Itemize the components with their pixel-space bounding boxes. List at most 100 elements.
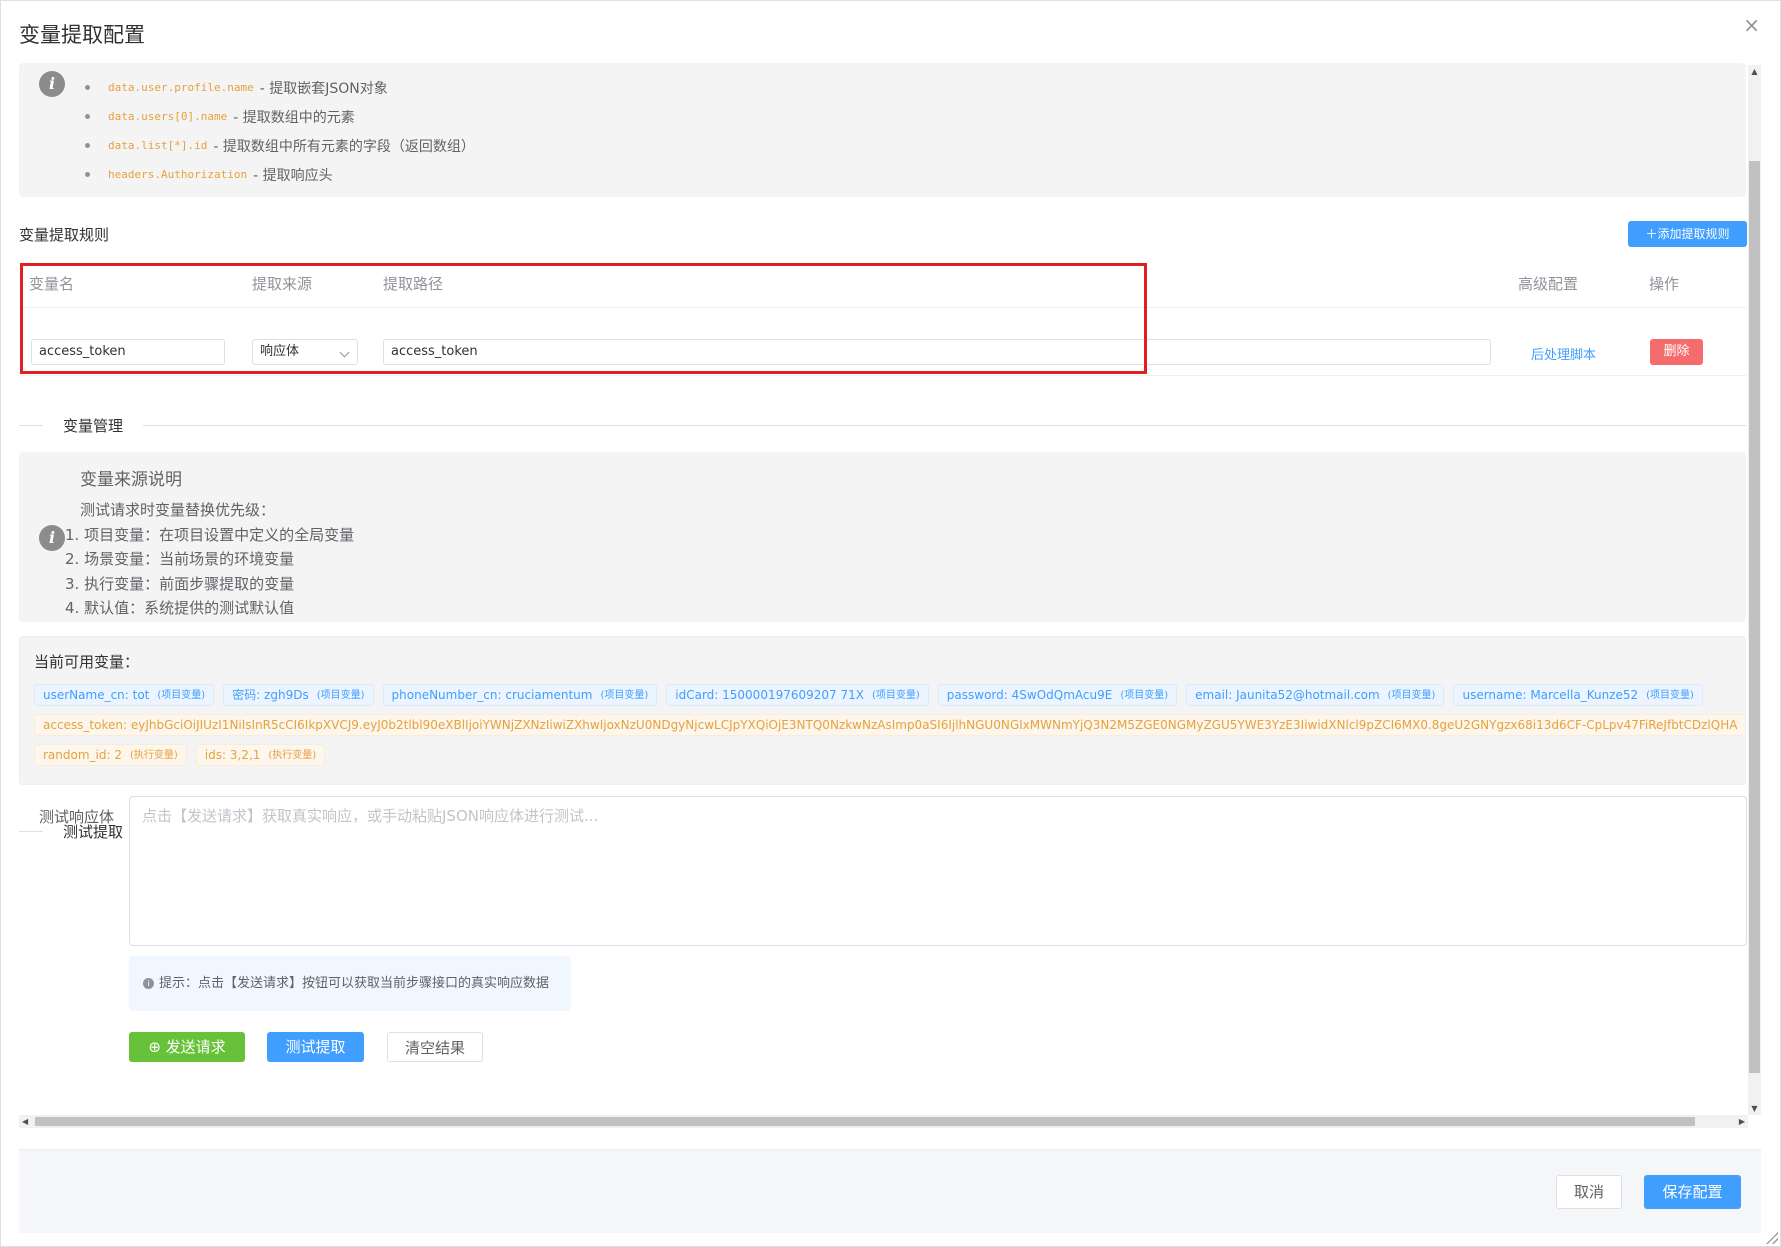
tag-row-project: userName_cn: tot (项目变量) 密码: zgh9Ds (项目变量) …	[34, 684, 1712, 706]
section-divider	[19, 425, 1746, 426]
path-example-item: headers.Authorization - 提取响应头	[85, 160, 475, 189]
close-icon[interactable]: ×	[1743, 15, 1760, 35]
path-examples-info: i data.user.profile.name - 提取嵌套JSON对象 dat…	[19, 63, 1746, 197]
tag-text: ids: 3,2,1	[204, 747, 261, 762]
clear-result-button[interactable]: 清空结果	[387, 1032, 483, 1062]
path-example-desc: - 提取数组中的元素	[233, 109, 355, 126]
path-example-item: data.users[0].name - 提取数组中的元素	[85, 102, 475, 131]
variable-tag[interactable]: userName_cn: tot (项目变量)	[34, 684, 215, 706]
bullet-icon	[85, 143, 90, 148]
tip-text: 提示：点击【发送请求】按钮可以获取当前步骤接口的真实响应数据	[159, 976, 550, 991]
source-info-line: 测试请求时变量替换优先级：	[80, 501, 276, 519]
path-example-code: data.list[*].id	[108, 139, 208, 152]
source-info-title: 变量来源说明	[80, 470, 182, 490]
tag-row-execution: access_token: eyJhbGciOiJIUzI1NiIsInR5cC…	[34, 714, 1746, 736]
vertical-scrollbar[interactable]: ▲ ▼	[1748, 65, 1761, 1115]
info-icon: i	[39, 71, 65, 97]
tag-text: phoneNumber_cn: cruciamentum	[391, 687, 593, 702]
resize-grip-icon[interactable]	[1766, 1232, 1778, 1244]
source-info-line: 2. 场景变量：当前场景的环境变量	[65, 550, 295, 568]
column-header-advanced: 高级配置	[1518, 275, 1579, 293]
var-management-title: 变量管理	[43, 415, 144, 436]
variable-source-info: i 变量来源说明 测试请求时变量替换优先级： 1. 项目变量：在项目设置中定义的…	[19, 452, 1746, 622]
scrollbar-thumb[interactable]	[1749, 161, 1760, 1073]
send-request-label: 发送请求	[165, 1038, 226, 1056]
tag-source: (项目变量)	[600, 689, 649, 701]
test-response-textarea[interactable]: 点击【发送请求】获取真实响应，或手动粘贴JSON响应体进行测试...	[129, 796, 1747, 946]
add-rule-button[interactable]: ＋添加提取规则	[1628, 221, 1747, 247]
tag-source: (执行变量)	[129, 749, 178, 761]
send-request-button[interactable]: ⊕ 发送请求	[129, 1032, 245, 1062]
info-icon: i	[143, 978, 154, 989]
plus-icon: ＋	[1645, 227, 1658, 241]
scroll-right-icon[interactable]: ▶	[1739, 1115, 1745, 1128]
tag-source: (项目变量)	[1646, 689, 1694, 701]
tag-source: (项目变量)	[871, 689, 920, 701]
tag-text: idCard: 150000197609207 71X	[675, 687, 864, 702]
dialog-footer	[19, 1149, 1761, 1233]
scroll-left-icon[interactable]: ◀	[22, 1115, 28, 1128]
tag-source: (项目变量)	[1387, 689, 1436, 701]
path-example-desc: - 提取数组中所有元素的字段（返回数组）	[213, 138, 475, 155]
path-example-code: data.users[0].name	[108, 110, 228, 123]
tag-source: (执行变量)	[1745, 715, 1746, 736]
dialog-body: i data.user.profile.name - 提取嵌套JSON对象 dat…	[1, 63, 1761, 1115]
path-example-item: data.user.profile.name - 提取嵌套JSON对象	[85, 73, 475, 102]
path-example-list: data.user.profile.name - 提取嵌套JSON对象 data.…	[85, 73, 475, 189]
available-variables: 当前可用变量： userName_cn: tot (项目变量) 密码: zgh9D…	[19, 636, 1746, 785]
variable-extract-dialog: 变量提取配置 × i data.user.profile.name - 提取嵌套J…	[0, 0, 1781, 1247]
dialog-title: 变量提取配置	[19, 23, 145, 47]
tag-source: (项目变量)	[1120, 689, 1169, 701]
highlight-box	[20, 263, 1147, 374]
tag-text: email: Jaunita52@hotmail.com	[1195, 687, 1380, 702]
test-response-label: 测试响应体	[39, 808, 115, 826]
variable-tag[interactable]: username: Marcella_Kunze52 (项目变量)	[1453, 684, 1703, 706]
tag-source: (项目变量)	[316, 689, 365, 701]
variable-tag[interactable]: ids: 3,2,1 (执行变量)	[195, 744, 326, 766]
delete-rule-button[interactable]: 删除	[1650, 339, 1703, 365]
cancel-button[interactable]: 取消	[1556, 1175, 1622, 1209]
add-rule-label: 添加提取规则	[1657, 227, 1730, 241]
path-example-code: headers.Authorization	[108, 168, 248, 181]
scroll-down-icon[interactable]: ▼	[1748, 1104, 1761, 1113]
tag-text: 密码: zgh9Ds	[232, 687, 309, 702]
variable-tag[interactable]: password: 4SwOdQmAcu9E (项目变量)	[937, 684, 1178, 706]
scrollbar-thumb[interactable]	[35, 1117, 1695, 1126]
tag-text: userName_cn: tot	[43, 687, 150, 702]
scroll-up-icon[interactable]: ▲	[1748, 67, 1761, 76]
path-example-desc: - 提取嵌套JSON对象	[259, 80, 388, 97]
bullet-icon	[85, 114, 90, 119]
path-example-code: data.user.profile.name	[108, 81, 254, 94]
path-example-item: data.list[*].id - 提取数组中所有元素的字段（返回数组）	[85, 131, 475, 160]
bullet-icon	[85, 172, 90, 177]
rules-title: 变量提取规则	[19, 226, 110, 244]
tag-text: username: Marcella_Kunze52	[1462, 687, 1639, 702]
save-config-button[interactable]: 保存配置	[1644, 1175, 1741, 1209]
source-info-lines: 测试请求时变量替换优先级： 1. 项目变量：在项目设置中定义的全局变量 2. 场…	[65, 498, 354, 621]
source-info-line: 3. 执行变量：前面步骤提取的变量	[65, 574, 295, 593]
variable-tag[interactable]: random_id: 2 (执行变量)	[34, 744, 187, 766]
source-info-line: 4. 默认值：系统提供的测试默认值	[65, 599, 295, 617]
tag-source: (执行变量)	[268, 749, 317, 761]
tag-text: random_id: 2	[43, 747, 122, 762]
row-divider	[19, 375, 1746, 376]
variable-tag[interactable]: email: Jaunita52@hotmail.com (项目变量)	[1186, 684, 1445, 706]
link-icon: ⊕	[148, 1038, 166, 1056]
source-info-line: 1. 项目变量：在项目设置中定义的全局变量	[65, 525, 355, 544]
info-icon: i	[39, 525, 65, 551]
tag-text: access_token: eyJhbGciOiJIUzI1NiIsInR5cC…	[43, 717, 1738, 732]
tag-text: password: 4SwOdQmAcu9E	[946, 687, 1113, 702]
variable-tag[interactable]: 密码: zgh9Ds (项目变量)	[223, 684, 374, 706]
tag-source: (项目变量)	[157, 689, 206, 701]
post-process-script-link[interactable]: 后处理脚本	[1531, 344, 1596, 363]
bullet-icon	[85, 85, 90, 90]
variable-tag[interactable]: access_token: eyJhbGciOiJIUzI1NiIsInR5cC…	[34, 714, 1746, 736]
variable-tag[interactable]: idCard: 150000197609207 71X (项目变量)	[666, 684, 929, 706]
available-variables-title: 当前可用变量：	[34, 653, 140, 671]
test-extract-button[interactable]: 测试提取	[267, 1032, 364, 1062]
column-header-action: 操作	[1649, 275, 1680, 293]
path-example-desc: - 提取响应头	[253, 167, 333, 184]
variable-tag[interactable]: phoneNumber_cn: cruciamentum (项目变量)	[382, 684, 658, 706]
horizontal-scrollbar[interactable]: ◀ ▶	[19, 1115, 1748, 1128]
tip-box: i 提示：点击【发送请求】按钮可以获取当前步骤接口的真实响应数据	[129, 956, 571, 1011]
